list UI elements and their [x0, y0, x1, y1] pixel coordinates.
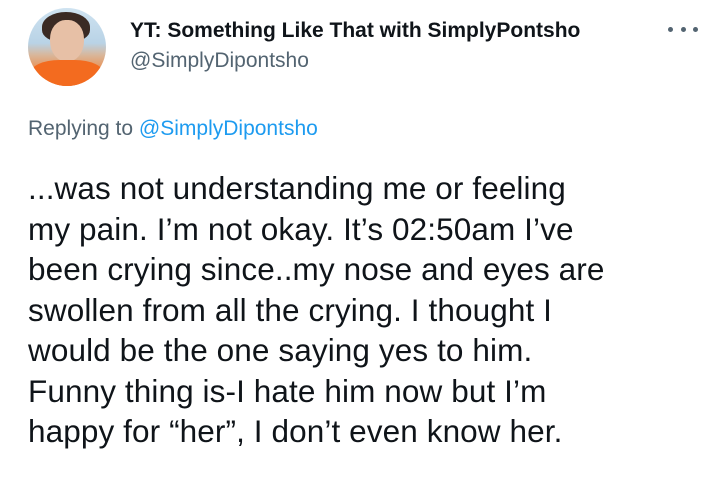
more-horizontal-icon[interactable]	[668, 20, 698, 38]
avatar[interactable]	[28, 8, 106, 86]
display-name[interactable]: YT: Something Like That with SimplyPonts…	[130, 18, 580, 44]
dot	[693, 26, 698, 32]
tweet-header: YT: Something Like That with SimplyPonts…	[28, 8, 698, 88]
dot	[680, 26, 686, 32]
user-handle[interactable]: @SimplyDipontsho	[130, 48, 580, 74]
tweet-text: ...was not understanding me or feeling m…	[28, 170, 605, 449]
replying-to: Replying to @SimplyDipontsho	[28, 116, 318, 142]
author-info: YT: Something Like That with SimplyPonts…	[130, 18, 580, 74]
tweet: YT: Something Like That with SimplyPonts…	[0, 0, 720, 504]
avatar-face	[50, 20, 84, 62]
dot	[668, 26, 673, 32]
replying-prefix: Replying to	[28, 117, 139, 140]
replying-to-handle-link[interactable]: @SimplyDipontsho	[139, 117, 318, 140]
avatar-shirt	[30, 60, 104, 86]
